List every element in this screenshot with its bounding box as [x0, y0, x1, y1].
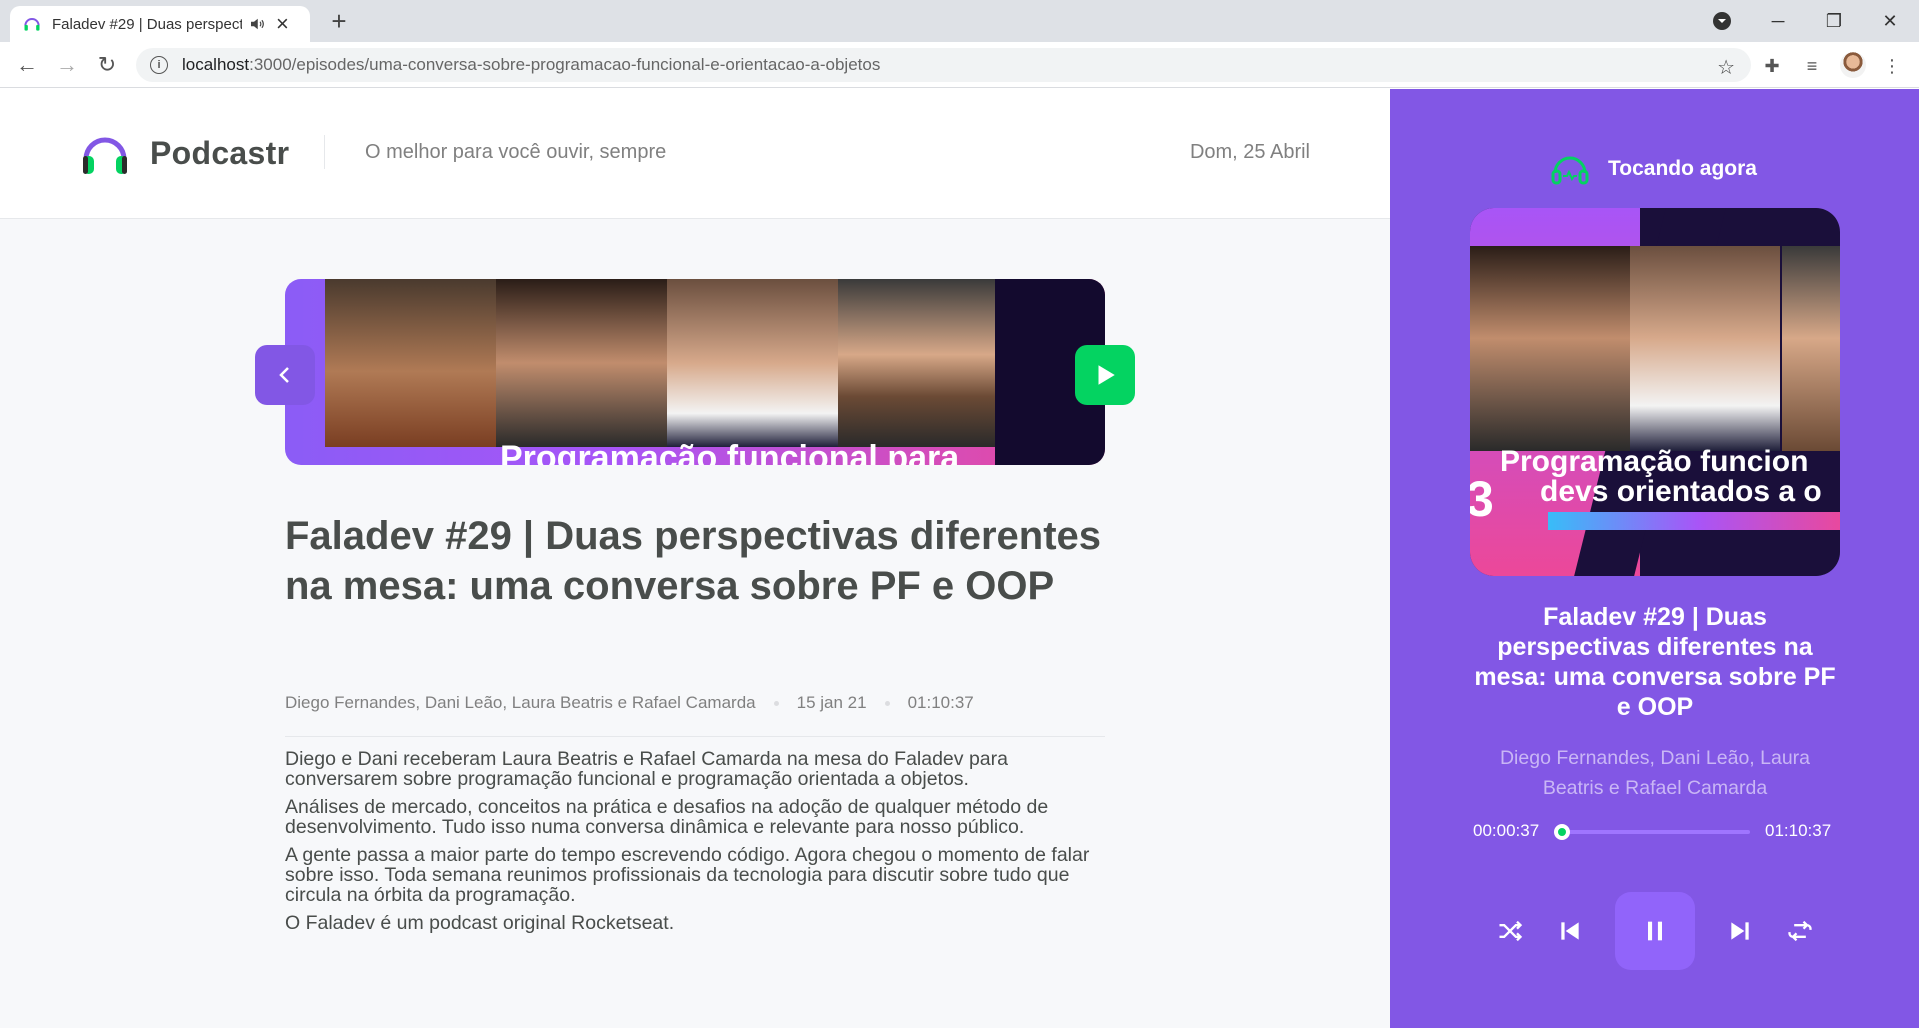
episode-members: Diego Fernandes, Dani Leão, Laura Beatri… [285, 693, 756, 712]
new-tab-icon[interactable]: + [324, 6, 354, 36]
thumbnail-caption: Programação funcional para [500, 439, 960, 465]
episode-thumbnail: Programação funcional para [285, 279, 1105, 465]
repeat-icon [1788, 920, 1812, 942]
browser-toolbar: ← → ↻ i localhost:3000/episodes/uma-conv… [0, 42, 1919, 88]
headphones-favicon-icon [24, 18, 40, 31]
minimize-icon[interactable]: ─ [1750, 0, 1806, 42]
now-playing-header: Tocando agora [1550, 151, 1757, 187]
progress-slider[interactable] [1553, 824, 1750, 840]
current-time: 00:00:37 [1473, 821, 1540, 840]
bookmark-star-icon[interactable]: ☆ [1717, 55, 1735, 80]
restore-icon[interactable]: ❐ [1806, 0, 1862, 42]
extensions-puzzle-icon[interactable]: ✚ [1760, 54, 1784, 78]
tagline: O melhor para você ouvir, sempre [365, 141, 667, 163]
description-paragraph: O Faladev é um podcast original Rocketse… [285, 912, 675, 934]
next-button[interactable] [1722, 913, 1758, 949]
total-time: 01:10:37 [1765, 821, 1832, 840]
cover-number: 3 [1470, 471, 1494, 527]
chrome-profile-avatar[interactable] [1840, 52, 1866, 78]
url-text: localhost:3000/episodes/uma-conversa-sob… [182, 55, 881, 74]
skip-previous-icon [1561, 922, 1579, 940]
progress-knob[interactable] [1553, 824, 1570, 840]
play-icon [1098, 365, 1115, 385]
episode-description: Diego e Dani receberam Laura Beatris e R… [285, 749, 1105, 941]
player-cover: 3 Programação funcion devs orientados a … [1470, 208, 1840, 576]
cover-caption-line2: devs orientados a o [1540, 475, 1822, 508]
header-divider [324, 135, 325, 169]
player-episode-title: Faladev #29 | Duas perspectivas diferent… [1474, 603, 1836, 721]
app: Podcastr O melhor para você ouvir, sempr… [0, 89, 1919, 1028]
episode-thumbnail-container: Programação funcional para [285, 279, 1105, 465]
tab-title: Faladev #29 | Duas perspectivas [52, 15, 242, 33]
main-content: Podcastr O melhor para você ouvir, sempr… [0, 89, 1390, 1028]
app-header: Podcastr O melhor para você ouvir, sempr… [0, 89, 1390, 219]
back-arrow-icon[interactable]: ← [12, 50, 42, 80]
close-tab-icon[interactable]: × [276, 13, 289, 35]
reload-icon[interactable]: ↻ [92, 50, 122, 80]
site-info-icon[interactable]: i [150, 56, 168, 74]
browser-tab[interactable]: Faladev #29 | Duas perspectivas × [10, 6, 310, 42]
meta-separator [884, 700, 890, 706]
description-paragraph: A gente passa a maior parte do tempo esc… [285, 844, 1090, 906]
episode-meta: Diego Fernandes, Dani Leão, Laura Beatri… [285, 693, 1105, 713]
player-sidebar: Tocando agora 3 Programação funcion devs… [1390, 89, 1919, 1028]
logo-text: Podcastr [150, 135, 290, 171]
speaker-icon[interactable] [248, 15, 266, 33]
media-control-icon[interactable]: ≡ [1800, 54, 1824, 78]
repeat-button[interactable] [1782, 913, 1818, 949]
now-playing-label: Tocando agora [1608, 157, 1757, 180]
meta-separator [773, 700, 779, 706]
episode-date: 15 jan 21 [796, 693, 867, 712]
description-paragraph: Análises de mercado, conceitos na prátic… [285, 796, 1049, 838]
meta-divider [285, 736, 1105, 737]
player-episode-members: Diego Fernandes, Dani Leão, Laura Beatri… [1499, 747, 1811, 799]
header-date: Dom, 25 Abril [1189, 141, 1310, 163]
skip-next-icon [1731, 922, 1749, 940]
browser-tabstrip: Faladev #29 | Duas perspectivas × + ─ ❐ … [0, 0, 1919, 42]
episode-title: Faladev #29 | Duas perspectivas diferent… [285, 514, 1102, 608]
headphones-logo-icon [83, 137, 127, 174]
previous-button[interactable] [1552, 913, 1588, 949]
profile-dropdown-icon[interactable] [1694, 0, 1750, 42]
chevron-left-icon [279, 367, 289, 383]
close-window-icon[interactable]: ✕ [1862, 0, 1918, 42]
play-pause-button[interactable] [1615, 892, 1695, 970]
forward-arrow-icon[interactable]: → [52, 50, 82, 80]
episode-duration: 01:10:37 [907, 693, 974, 712]
back-button[interactable] [255, 345, 315, 405]
cover-caption-line1: Programação funcion [1500, 445, 1809, 478]
description-paragraph: Diego e Dani receberam Laura Beatris e R… [285, 748, 1008, 790]
headphones-now-playing-icon [1551, 156, 1589, 185]
chrome-menu-icon[interactable]: ⋮ [1880, 54, 1904, 78]
address-bar[interactable]: i localhost:3000/episodes/uma-conversa-s… [136, 48, 1751, 82]
shuffle-button[interactable] [1492, 913, 1528, 949]
play-episode-button[interactable] [1075, 345, 1135, 405]
shuffle-icon [1499, 920, 1523, 942]
pause-icon [1648, 921, 1662, 941]
